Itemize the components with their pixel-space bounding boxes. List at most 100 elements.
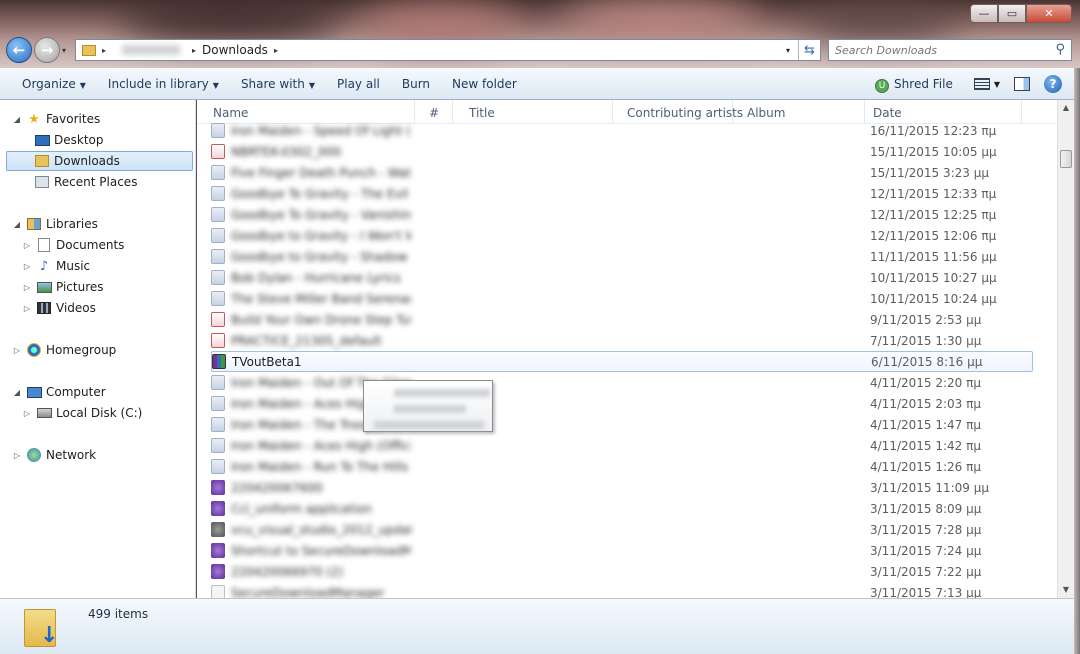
help-icon[interactable]: ? — [1044, 75, 1062, 93]
nav-videos[interactable]: ▷ Videos — [22, 298, 96, 318]
breadcrumb-separator[interactable]: ▸ — [274, 46, 278, 55]
nav-computer[interactable]: ◢ Computer — [12, 382, 106, 402]
table-row[interactable]: Build Your Own Drone Step Tutorial 9/11/2… — [211, 309, 1033, 330]
table-row[interactable]: Shortcut to SecureDownloadManager 3/11/20… — [211, 540, 1033, 561]
close-button[interactable]: ✕ — [1026, 4, 1072, 23]
search-input[interactable] — [835, 43, 1045, 57]
back-button[interactable]: ← — [6, 37, 32, 63]
minimize-button[interactable]: — — [970, 4, 998, 23]
view-options-icon[interactable] — [973, 78, 990, 90]
file-date: 12/11/2015 12:25 πμ — [870, 207, 997, 222]
nav-documents[interactable]: ▷ Documents — [22, 235, 124, 255]
table-row[interactable]: Iron Maiden - Aces High 4/11/2015 2:03 πμ — [211, 393, 1033, 414]
tooltip-line — [394, 389, 490, 397]
table-row[interactable]: Iron Maiden - Out Of The Silent Planet4/… — [211, 372, 1033, 393]
audio-file-icon — [211, 165, 225, 180]
table-row[interactable]: PRACTICE_21305_default 7/11/2015 1:30 μμ — [211, 330, 1033, 351]
pictures-icon — [36, 279, 52, 295]
nav-local-disk-label: Local Disk (C:) — [56, 406, 143, 420]
refresh-button[interactable]: ⇆ — [798, 40, 820, 60]
local-disk-icon — [36, 405, 52, 421]
nav-music[interactable]: ▷ ♪ Music — [22, 256, 90, 276]
search-box[interactable]: ⚲ — [828, 39, 1072, 61]
breadcrumb-separator[interactable]: ▸ — [102, 46, 106, 55]
file-date: 4/11/2015 1:42 πμ — [870, 438, 981, 453]
app-file-icon — [211, 543, 225, 558]
table-row[interactable]: Bob Dylan - Hurricane Lyrics 10/11/2015 1… — [211, 267, 1033, 288]
chevron-down-icon[interactable]: ▼ — [994, 80, 1000, 89]
nav-homegroup[interactable]: ▷ Homegroup — [12, 340, 116, 360]
collapsed-triangle-icon[interactable]: ▷ — [22, 241, 32, 250]
table-row[interactable]: 220420066970 (2) 3/11/2015 7:22 μμ — [211, 561, 1033, 582]
collapsed-triangle-icon[interactable]: ▷ — [12, 346, 22, 355]
address-bar[interactable]: ▸ ▸ Downloads ▸ ▾ ⇆ — [75, 39, 821, 61]
breadcrumb-downloads[interactable]: Downloads — [202, 43, 268, 57]
collapsed-triangle-icon[interactable]: ▷ — [22, 262, 32, 271]
documents-icon — [36, 237, 52, 253]
maximize-button[interactable]: ▭ — [998, 4, 1026, 23]
scroll-thumb[interactable] — [1060, 150, 1072, 168]
expanded-triangle-icon[interactable]: ◢ — [12, 388, 22, 397]
table-row[interactable]: The Steve Miller Band Serenade 10/11/2015… — [211, 288, 1033, 309]
table-row[interactable]: Goodbye to Gravity - Shadow Puppets 11/11… — [211, 246, 1033, 267]
vertical-scrollbar[interactable]: ▲ ▼ — [1057, 100, 1074, 598]
table-row[interactable]: Goodbye to Gravity - I Won't Wait 12/11/2… — [211, 225, 1033, 246]
file-name: Goodbye to Gravity - I Won't Wait — [231, 228, 411, 243]
preview-pane-icon[interactable] — [1014, 77, 1030, 91]
table-row[interactable]: Iron Maiden - The Trooper 4/11/2015 1:47 … — [211, 414, 1033, 435]
include-in-library-menu[interactable]: Include in library ▼ — [97, 73, 230, 95]
pdf-file-icon — [211, 144, 225, 159]
nav-libraries[interactable]: ◢ Libraries — [12, 214, 98, 234]
arrow-right-icon: → — [40, 41, 54, 59]
audio-file-icon — [211, 207, 225, 222]
scroll-up-icon[interactable]: ▲ — [1058, 100, 1074, 116]
collapsed-triangle-icon[interactable]: ▷ — [22, 283, 32, 292]
collapsed-triangle-icon[interactable]: ▷ — [22, 409, 32, 418]
nav-network[interactable]: ▷ Network — [12, 445, 96, 465]
recent-pages-dropdown[interactable]: ▾ — [62, 46, 66, 55]
table-row[interactable]: Iron Maiden - Aces High (Official Video)… — [211, 435, 1033, 456]
collapsed-triangle-icon[interactable]: ▷ — [22, 304, 32, 313]
file-date: 4/11/2015 1:47 πμ — [870, 417, 981, 432]
table-row[interactable]: NBRTEK-0302_000 15/11/2015 10:05 μμ — [211, 141, 1033, 162]
scroll-down-icon[interactable]: ▼ — [1058, 582, 1074, 598]
chevron-down-icon: ▼ — [212, 80, 219, 90]
nav-desktop[interactable]: Desktop — [30, 130, 104, 150]
breadcrumb-user-blurred[interactable] — [122, 45, 181, 55]
table-row[interactable]: 220420067600 3/11/2015 11:09 μμ — [211, 477, 1033, 498]
nav-pictures[interactable]: ▷ Pictures — [22, 277, 104, 297]
table-row[interactable]: vcu_visual_studio_2012_update_4 3/11/2015… — [211, 519, 1033, 540]
shred-icon: U — [875, 79, 890, 93]
table-row[interactable]: Ccl_uniform application 3/11/2015 8:09 μμ — [211, 498, 1033, 519]
share-with-menu[interactable]: Share with ▼ — [230, 73, 326, 95]
nav-recent-places[interactable]: Recent Places — [30, 172, 137, 192]
folder-icon — [82, 44, 96, 56]
audio-file-icon — [211, 270, 225, 285]
table-row[interactable]: Iron Maiden - Run To The Hills Lyrics 4/1… — [211, 456, 1033, 477]
nav-local-disk[interactable]: ▷ Local Disk (C:) — [22, 403, 142, 423]
play-all-button[interactable]: Play all — [326, 73, 391, 95]
table-row[interactable]: Goodbye To Gravity - The Evil That Men D… — [211, 183, 1033, 204]
table-row-selected[interactable]: TVoutBeta1 6/11/2015 8:16 μμ — [211, 351, 1033, 372]
burn-button[interactable]: Burn — [391, 73, 441, 95]
new-folder-button[interactable]: New folder — [441, 73, 528, 95]
nav-downloads[interactable]: Downloads — [6, 151, 193, 171]
table-row[interactable]: Five Finger Death Punch - Watch You Blee… — [211, 162, 1033, 183]
forward-button[interactable]: → — [34, 37, 60, 63]
address-history-dropdown[interactable]: ▾ — [778, 46, 798, 55]
expanded-triangle-icon[interactable]: ◢ — [12, 220, 22, 229]
table-row[interactable]: SecureDownloadManager 3/11/2015 7:13 μμ — [211, 582, 1033, 598]
table-row[interactable]: Iron Maiden - Speed Of Light (Lyrics) 16/… — [211, 120, 1033, 141]
search-icon[interactable]: ⚲ — [1055, 42, 1065, 57]
file-date: 3/11/2015 7:24 μμ — [870, 543, 982, 558]
file-date: 10/11/2015 10:27 μμ — [870, 270, 997, 285]
breadcrumb-separator[interactable]: ▸ — [192, 46, 196, 55]
collapsed-triangle-icon[interactable]: ▷ — [12, 451, 22, 460]
desktop-icon — [34, 132, 50, 148]
pdf-file-icon — [211, 312, 225, 327]
table-row[interactable]: Goodbye To Gravity - Vanishing Point 12/1… — [211, 204, 1033, 225]
expanded-triangle-icon[interactable]: ◢ — [12, 115, 22, 124]
organize-menu[interactable]: Organize ▼ — [0, 73, 97, 95]
nav-favorites[interactable]: ◢ ★ Favorites — [12, 109, 100, 129]
shred-file-button[interactable]: U Shred File — [864, 73, 964, 95]
